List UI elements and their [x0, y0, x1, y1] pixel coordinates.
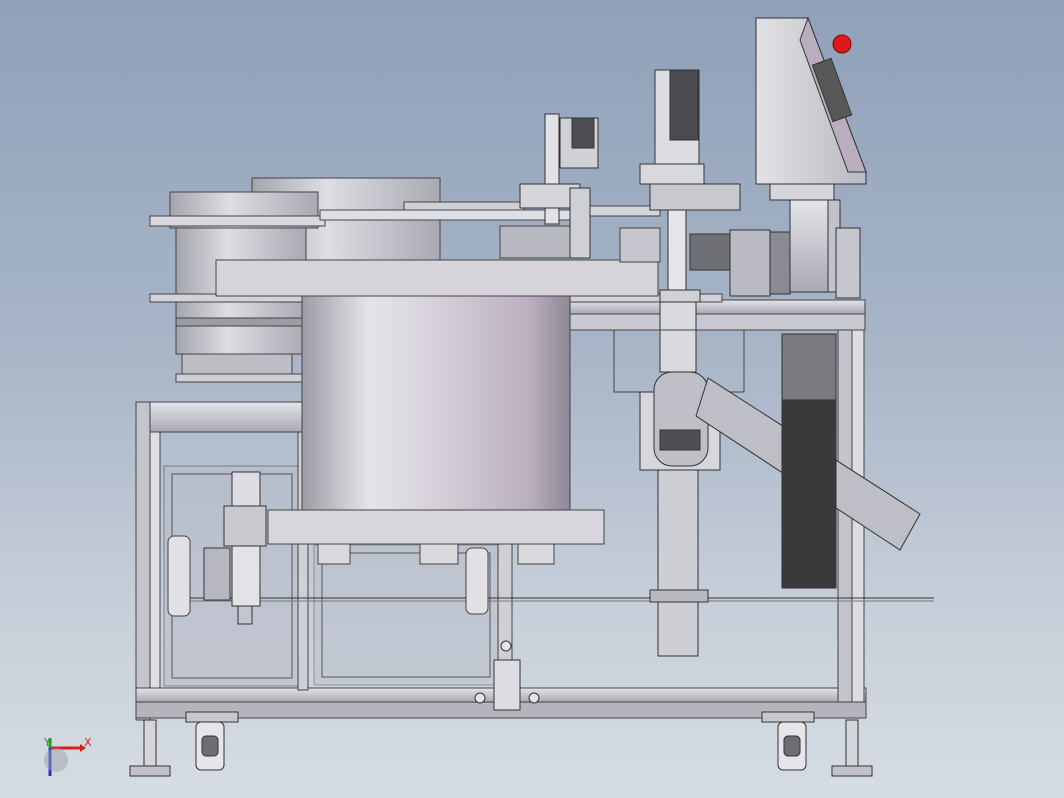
cad-viewport[interactable]: X Y: [0, 0, 1064, 798]
x-axis-label: X: [84, 736, 92, 749]
caster-wheels: [185, 711, 815, 771]
y-axis-label: Y: [43, 736, 51, 749]
sensor-block: [689, 229, 791, 297]
emergency-stop-button[interactable]: [832, 34, 852, 54]
discharge-chute[interactable]: [695, 333, 921, 589]
drop-tube[interactable]: [613, 301, 745, 657]
leveling-feet: [129, 719, 873, 777]
orientation-triad: X Y: [43, 736, 92, 776]
